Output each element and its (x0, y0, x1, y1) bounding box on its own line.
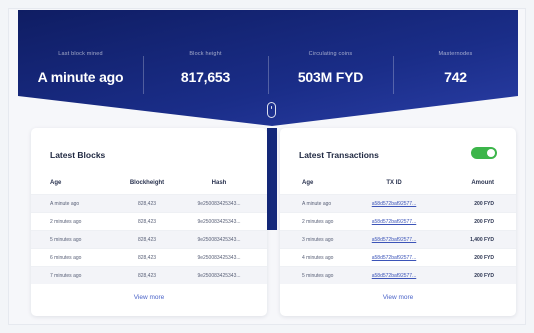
latest-blocks-card: Latest Blocks Age Blockheight Hash A min… (31, 128, 267, 316)
table-row[interactable]: 3 minutes ago a58d572baf92577... 1,400 F… (280, 230, 516, 248)
cell-age: A minute ago (302, 201, 332, 207)
stat-label: Block height (189, 51, 222, 57)
stats-bar: Last block mined A minute ago Block heig… (18, 40, 518, 100)
stat-masternodes: Masternodes 742 (393, 40, 518, 100)
table-row[interactable]: 4 minutes ago a58d572baf92577... 200 FYD (280, 248, 516, 266)
cell-amount: 200 FYD (474, 255, 494, 261)
table-body: A minute ago a58d572baf92577... 200 FYD … (280, 194, 516, 284)
tx-id-link[interactable]: a58d572baf92577... (360, 195, 428, 213)
table-row[interactable]: 2 minutes ago 828,423 9e250083425343... (31, 212, 267, 230)
table-row[interactable]: 5 minutes ago a58d572baf92577... 200 FYD (280, 266, 516, 284)
cell-age: 3 minutes ago (302, 237, 334, 243)
column-header-blockheight: Blockheight (129, 180, 165, 186)
latest-transactions-card: Latest Transactions Age TX ID Amount A m… (280, 128, 516, 316)
tx-id-link[interactable]: a58d572baf92577... (360, 249, 428, 267)
cell-age: 2 minutes ago (302, 219, 334, 225)
cell-blockheight: 828,423 (137, 219, 157, 225)
column-header-tx-id: TX ID (386, 180, 402, 186)
column-header-hash: Hash (211, 180, 227, 186)
tx-id-link[interactable]: a58d572baf92577... (360, 213, 428, 231)
stat-label: Last block mined (58, 51, 103, 57)
table-row[interactable]: A minute ago 828,423 9e250083425343... (31, 194, 267, 212)
table-header: Age TX ID Amount (280, 176, 516, 190)
cell-age: 7 minutes ago (50, 273, 82, 279)
cell-age: 2 minutes ago (50, 219, 82, 225)
cell-age: 4 minutes ago (302, 255, 334, 261)
cell-hash: 9e250083425343... (197, 273, 241, 279)
cell-hash: 9e250083425343... (197, 255, 241, 261)
card-title: Latest Transactions (299, 150, 379, 160)
card-title: Latest Blocks (50, 150, 106, 160)
cell-hash: 9e250083425343... (197, 219, 241, 225)
cell-blockheight: 828,423 (137, 255, 157, 261)
cell-age: A minute ago (50, 201, 80, 207)
tx-id-link[interactable]: a58d572baf92577... (360, 231, 428, 249)
stat-value: 817,653 (180, 69, 231, 85)
stat-last-block: Last block mined A minute ago (18, 40, 143, 100)
view-more-transactions-link[interactable]: View more (280, 294, 516, 301)
cell-hash: 9e250083425343... (197, 201, 241, 207)
table-row[interactable]: 5 minutes ago 828,423 9e250083425343... (31, 230, 267, 248)
column-header-amount: Amount (471, 180, 494, 186)
cell-hash: 9e250083425343... (197, 237, 241, 243)
cell-amount: 200 FYD (474, 201, 494, 207)
table-row[interactable]: A minute ago a58d572baf92577... 200 FYD (280, 194, 516, 212)
stat-value: 742 (444, 69, 467, 85)
cell-age: 5 minutes ago (50, 237, 82, 243)
table-row[interactable]: 6 minutes ago 828,423 9e250083425343... (31, 248, 267, 266)
stat-label: Circulating coins (308, 51, 353, 57)
cell-amount: 200 FYD (474, 273, 494, 279)
cell-blockheight: 828,423 (137, 201, 157, 207)
cell-blockheight: 828,423 (137, 237, 157, 243)
stat-block-height: Block height 817,653 (143, 40, 268, 100)
column-header-age: Age (302, 180, 314, 186)
cell-amount: 200 FYD (474, 219, 494, 225)
stat-label: Masternodes (438, 51, 473, 57)
stat-circulating-coins: Circulating coins 503M FYD (268, 40, 393, 100)
stat-value: A minute ago (37, 69, 124, 85)
table-row[interactable]: 2 minutes ago a58d572baf92577... 200 FYD (280, 212, 516, 230)
center-divider (267, 128, 277, 230)
mouse-scroll-icon (267, 102, 276, 118)
tx-id-link[interactable]: a58d572baf92577... (360, 267, 428, 285)
cell-age: 5 minutes ago (302, 273, 334, 279)
view-more-blocks-link[interactable]: View more (31, 294, 267, 301)
cell-amount: 1,400 FYD (470, 237, 494, 243)
table-header: Age Blockheight Hash (31, 176, 267, 190)
column-header-age: Age (50, 180, 62, 186)
cell-age: 6 minutes ago (50, 255, 82, 261)
table-row[interactable]: 7 minutes ago 828,423 9e250083425343... (31, 266, 267, 284)
table-body: A minute ago 828,423 9e250083425343... 2… (31, 194, 267, 284)
stat-value: 503M FYD (297, 69, 364, 85)
cell-blockheight: 828,423 (137, 273, 157, 279)
live-update-toggle[interactable] (471, 147, 497, 159)
